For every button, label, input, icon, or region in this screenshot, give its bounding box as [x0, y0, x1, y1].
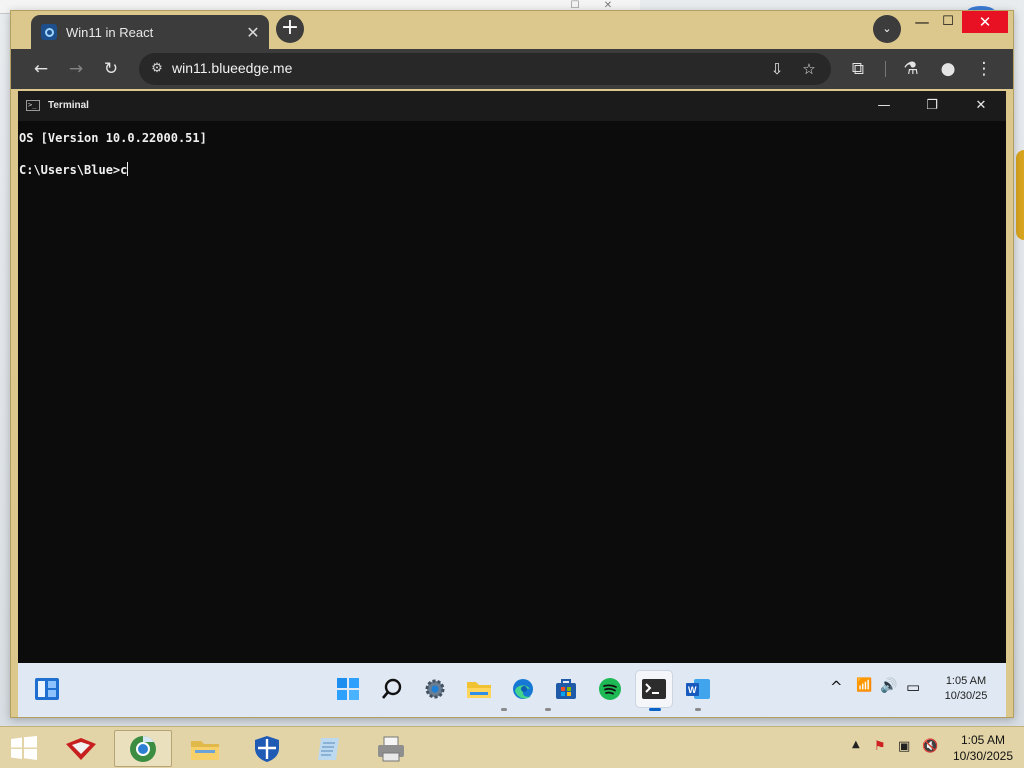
url-text[interactable]: win11.blueedge.me: [172, 60, 292, 76]
browser-tab[interactable]: Win11 in React ✕: [31, 15, 269, 49]
word-running-indicator: [695, 708, 701, 711]
new-tab-button[interactable]: +: [276, 15, 304, 43]
svg-text:W: W: [688, 685, 697, 695]
extensions-icon[interactable]: ⧉: [843, 55, 873, 83]
chrome-icon[interactable]: [114, 730, 172, 767]
store-icon[interactable]: [548, 671, 584, 707]
host-taskbar: ▲ ⚑ ▣ 🔇 1:05 AM 10/30/2025: [0, 726, 1024, 768]
terminal-titlebar[interactable]: >_ Terminal — ❐ ✕: [18, 91, 1006, 121]
battery-icon[interactable]: ▭: [906, 678, 920, 696]
browser-window: Win11 in React ✕ + ⌄ — ☐ ✕ ← → ↻ ⚙ win11…: [10, 10, 1014, 718]
widgets-icon[interactable]: [34, 677, 60, 701]
tab-favicon-icon: [41, 24, 57, 40]
profile-icon[interactable]: ●: [933, 55, 963, 83]
terminal-restore-button[interactable]: ❐: [912, 95, 952, 117]
win11-date: 10/30/25: [944, 690, 988, 702]
host-date: 10/30/2025: [952, 749, 1014, 763]
spotify-icon[interactable]: [592, 671, 628, 707]
settings-icon[interactable]: [417, 671, 453, 707]
search-icon[interactable]: [374, 671, 410, 707]
toolbar-separator: [885, 61, 886, 77]
terminal-window[interactable]: >_ Terminal — ❐ ✕ OS [Version 10.0.22000…: [18, 91, 1006, 663]
browser-titlebar: Win11 in React ✕ + ⌄ — ☐ ✕: [11, 11, 1013, 49]
tab-close-icon[interactable]: ✕: [241, 23, 265, 42]
edge-running-indicator: [501, 708, 507, 711]
folder-icon[interactable]: [176, 730, 234, 767]
terminal-running-indicator: [649, 708, 661, 711]
wifi-icon[interactable]: 📶: [856, 678, 872, 693]
terminal-icon: >_: [26, 100, 40, 111]
win11-page: >_ Terminal — ❐ ✕ OS [Version 10.0.22000…: [18, 91, 1006, 717]
win11-time: 1:05 AM: [945, 675, 987, 687]
back-button[interactable]: ←: [26, 55, 56, 83]
start-icon[interactable]: [330, 671, 366, 707]
edge-icon[interactable]: [505, 671, 541, 707]
tab-title: Win11 in React: [66, 24, 154, 40]
terminal-title: Terminal: [48, 100, 89, 111]
word-icon[interactable]: W: [680, 671, 716, 707]
terminal-output[interactable]: OS [Version 10.0.22000.51] C:\Users\Blue…: [19, 122, 999, 186]
browser-toolbar: ← → ↻ ⚙ win11.blueedge.me ⇩ ☆ ⧉ ⚗ ● ⋮: [11, 49, 1013, 89]
reload-button[interactable]: ↻: [96, 55, 126, 83]
terminal-close-button[interactable]: ✕: [961, 95, 1001, 117]
host-monitor-icon[interactable]: ▣: [898, 739, 910, 754]
install-app-icon[interactable]: ⇩: [765, 58, 789, 80]
win11-clock[interactable]: 1:05 AM 10/30/25: [936, 674, 996, 704]
red-app-icon[interactable]: [52, 730, 110, 767]
address-bar[interactable]: ⚙ win11.blueedge.me ⇩ ☆: [139, 53, 831, 85]
tray-chevron-icon[interactable]: ^: [830, 678, 843, 696]
shield-icon[interactable]: [238, 730, 296, 767]
terminal-prompt-line[interactable]: C:\Users\Blue>c: [19, 154, 999, 186]
store-running-indicator: [545, 708, 551, 711]
host-start-icon[interactable]: [10, 736, 38, 760]
host-time: 1:05 AM: [960, 733, 1006, 747]
text-cursor: [127, 162, 129, 176]
bookmark-star-icon[interactable]: ☆: [797, 58, 821, 80]
menu-icon[interactable]: ⋮: [969, 55, 999, 83]
browser-close-button[interactable]: ✕: [962, 11, 1008, 33]
forward-button[interactable]: →: [61, 55, 91, 83]
terminal-prompt-text: C:\Users\Blue>c: [19, 163, 128, 177]
win11-taskbar: W ^ 📶 🔊 ▭ 1:05 AM 10/30/25: [18, 663, 1006, 717]
terminal-taskbar-icon[interactable]: [636, 671, 672, 707]
tab-search-button[interactable]: ⌄: [873, 15, 901, 43]
printer-icon[interactable]: [362, 730, 420, 767]
file-explorer-icon[interactable]: [461, 671, 497, 707]
host-tray-chevron-icon[interactable]: ▲: [852, 739, 860, 750]
notepad-icon[interactable]: [300, 730, 358, 767]
terminal-minimize-button[interactable]: —: [864, 95, 904, 117]
terminal-version-line: OS [Version 10.0.22000.51]: [19, 131, 207, 145]
host-clock[interactable]: 1:05 AM 10/30/2025: [950, 732, 1016, 764]
labs-icon[interactable]: ⚗: [896, 55, 926, 83]
host-volume-icon[interactable]: 🔇: [922, 739, 938, 754]
volume-icon[interactable]: 🔊: [880, 678, 897, 694]
background-widget: [1016, 150, 1024, 240]
host-network-icon[interactable]: ⚑: [874, 739, 886, 754]
site-info-icon[interactable]: ⚙: [147, 59, 167, 79]
